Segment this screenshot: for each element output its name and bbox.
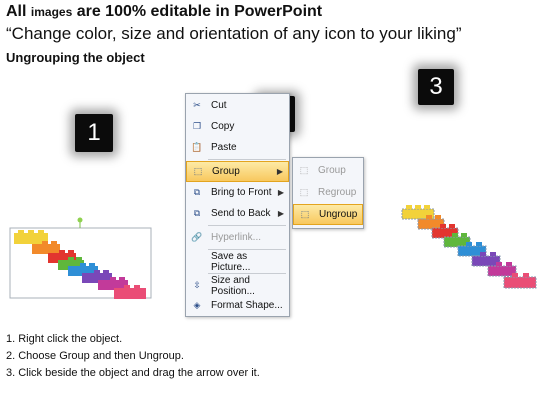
context-menu: ✂ Cut ❐ Copy 📋 Paste ⬚ Group ▶ ⧉ Bring to Fron… xyxy=(185,93,290,317)
blank-icon xyxy=(190,255,204,269)
menu-item-label: Format Shape... xyxy=(211,300,283,311)
menu-separator xyxy=(208,159,286,160)
instruction-step-3: 3. Click beside the object and drag the … xyxy=(6,367,260,379)
instruction-step-2: 2. Choose Group and then Ungroup. xyxy=(6,350,184,362)
submenu-item-ungroup[interactable]: ⬚ Ungroup xyxy=(293,204,363,225)
submenu-item-regroup[interactable]: ⬚ Regroup xyxy=(293,182,363,203)
menu-item-label: Paste xyxy=(211,142,237,153)
ungroup-icon: ⬚ xyxy=(300,209,310,219)
submenu-arrow-icon: ▶ xyxy=(277,188,284,197)
ungrouped-bricks[interactable] xyxy=(398,200,548,295)
menu-item-cut[interactable]: ✂ Cut xyxy=(186,95,289,116)
send-to-back-icon: ⧉ xyxy=(193,208,201,218)
copy-icon: ❐ xyxy=(192,121,202,131)
menu-item-save-as-picture[interactable]: Save as Picture... xyxy=(186,250,289,273)
menu-item-label: Cut xyxy=(211,100,227,111)
headline-prefix: All xyxy=(6,3,31,20)
paste-icon: 📋 xyxy=(191,142,203,152)
grouped-object-selection[interactable] xyxy=(6,216,156,306)
hyperlink-icon: 🔗 xyxy=(191,232,203,242)
submenu-item-label: Regroup xyxy=(318,187,357,198)
instructions-list: 1. Right click the object. 2. Choose Gro… xyxy=(6,331,260,382)
headline: All images are 100% editable in PowerPoi… xyxy=(6,3,322,21)
headline-small-word: images xyxy=(30,5,73,19)
instruction-step-1: 1. Right click the object. xyxy=(6,333,123,345)
submenu-item-group[interactable]: ⬚ Group xyxy=(293,160,363,181)
subheadline: “Change color, size and orientation of a… xyxy=(6,24,462,43)
group-icon: ⬚ xyxy=(299,165,309,175)
submenu-arrow-icon: ▶ xyxy=(277,209,284,218)
menu-item-label: Hyperlink... xyxy=(211,232,262,243)
menu-item-paste[interactable]: 📋 Paste xyxy=(186,137,289,158)
step-badge-3: 3 xyxy=(418,69,454,105)
group-icon: ⬚ xyxy=(193,166,203,176)
submenu-item-label: Ungroup xyxy=(319,209,358,220)
menu-item-label: Copy xyxy=(211,121,235,132)
menu-item-label: Group xyxy=(212,166,240,177)
headline-suffix: are 100% editable in PowerPoint xyxy=(72,3,323,20)
menu-item-format-shape[interactable]: ◈ Format Shape... xyxy=(186,295,289,316)
scissors-icon: ✂ xyxy=(193,100,201,110)
regroup-icon: ⬚ xyxy=(299,187,309,197)
menu-item-bring-to-front[interactable]: ⧉ Bring to Front ▶ xyxy=(186,182,289,203)
submenu-item-label: Group xyxy=(318,165,346,176)
menu-item-label: Send to Back xyxy=(211,208,271,219)
step-badge-1: 1 xyxy=(75,114,113,152)
rotation-handle[interactable] xyxy=(77,217,83,223)
menu-item-copy[interactable]: ❐ Copy xyxy=(186,116,289,137)
menu-item-send-to-back[interactable]: ⧉ Send to Back ▶ xyxy=(186,203,289,224)
brick-staircase xyxy=(14,230,146,299)
section-title: Ungrouping the object xyxy=(6,50,145,65)
menu-separator xyxy=(208,225,286,226)
group-submenu: ⬚ Group ⬚ Regroup ⬚ Ungroup xyxy=(292,157,364,229)
size-position-icon: ⇳ xyxy=(193,280,201,290)
format-shape-icon: ◈ xyxy=(193,300,201,310)
bring-to-front-icon: ⧉ xyxy=(193,187,201,197)
menu-item-hyperlink[interactable]: 🔗 Hyperlink... xyxy=(186,227,289,248)
menu-item-label: Save as Picture... xyxy=(211,250,251,273)
menu-item-label: Size and Position... xyxy=(211,274,255,297)
submenu-arrow-icon: ▶ xyxy=(276,167,283,176)
menu-item-label: Bring to Front xyxy=(211,187,272,198)
menu-item-size-and-position[interactable]: ⇳ Size and Position... xyxy=(186,274,289,297)
menu-item-group[interactable]: ⬚ Group ▶ xyxy=(186,161,289,182)
